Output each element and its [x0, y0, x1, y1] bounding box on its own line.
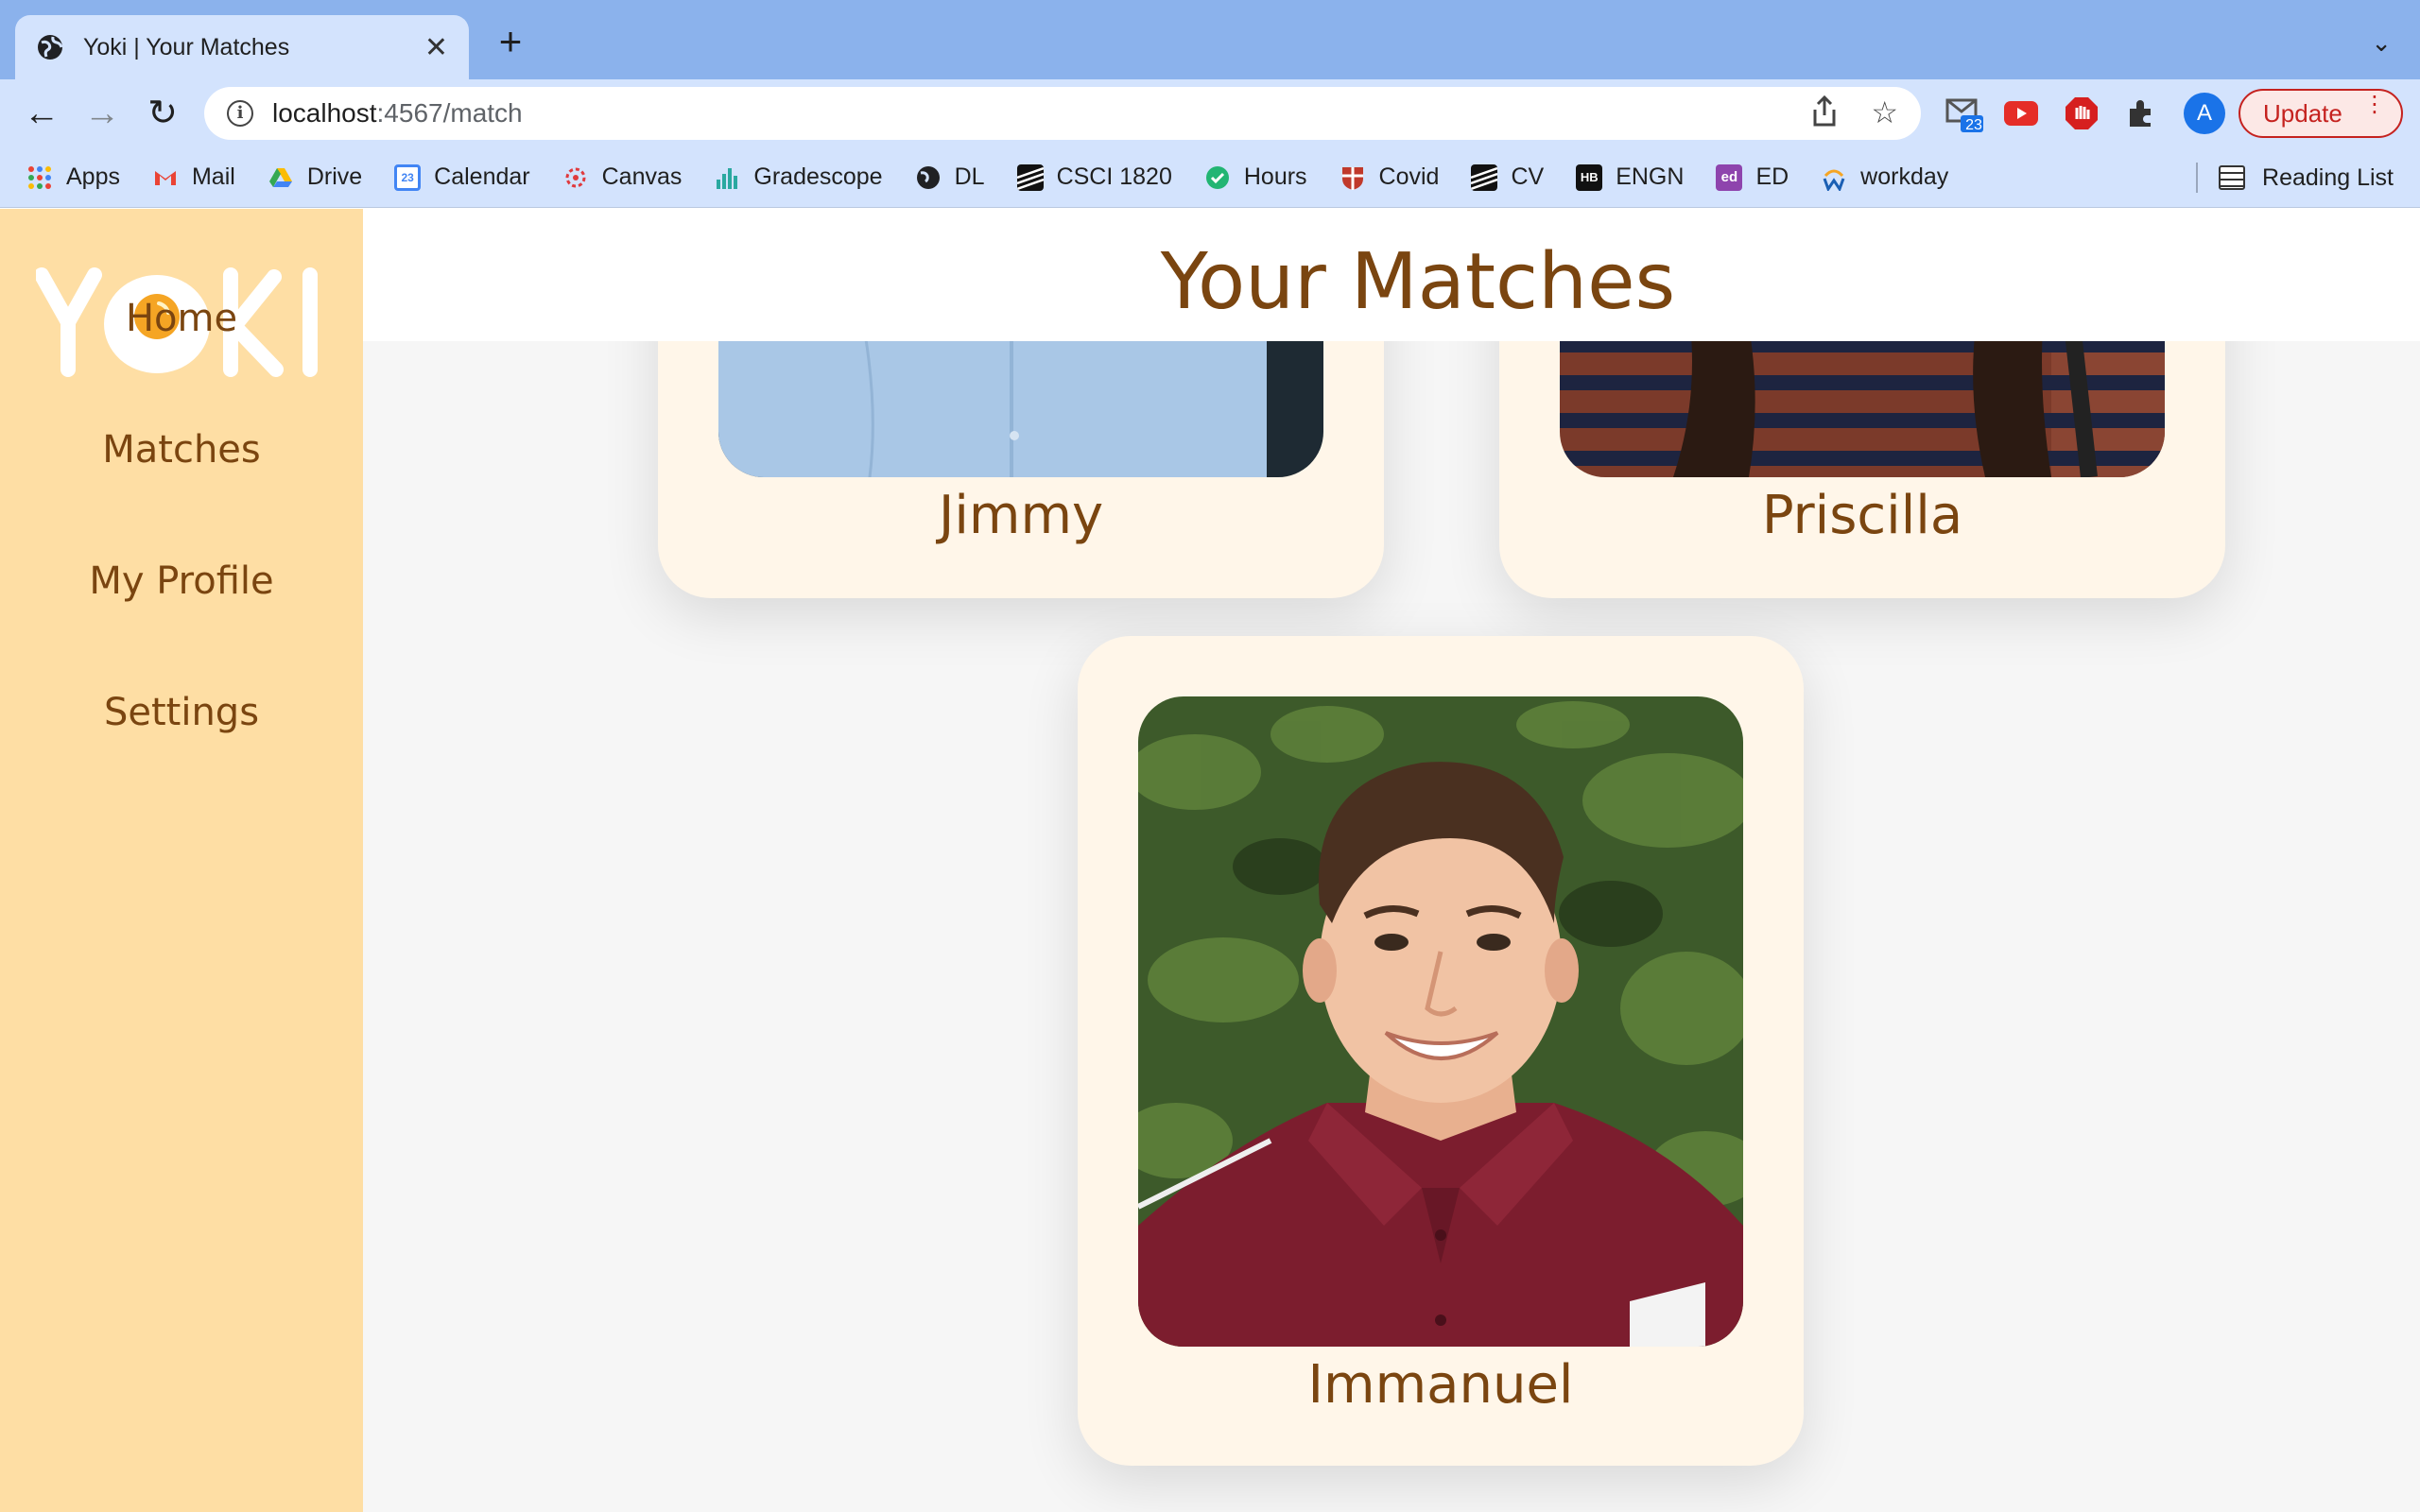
close-tab-icon[interactable]: ✕ [424, 31, 448, 64]
profile-avatar[interactable]: A [2184, 93, 2225, 134]
share-icon[interactable] [1810, 94, 1839, 129]
url-path: :4567/match [376, 98, 523, 128]
bookmark-label: CV [1511, 163, 1545, 190]
nav-matches[interactable]: Matches [0, 428, 363, 472]
update-label: Update [2263, 98, 2342, 128]
stripes-icon [1471, 163, 1498, 191]
bookmark-csci-1820[interactable]: CSCI 1820 [1016, 163, 1172, 191]
globe-icon [916, 165, 940, 189]
reload-button[interactable]: ↻ [140, 91, 185, 136]
bookmarks-bar: Apps Mail Drive 23 Calendar Canvas Grade… [0, 147, 2420, 208]
person-photo-image [1138, 696, 1743, 1347]
update-button[interactable]: Update ⋮ [2238, 89, 2403, 138]
bookmarks-divider [2196, 163, 2199, 193]
bookmark-label: ED [1755, 163, 1789, 190]
bookmark-label: Drive [306, 163, 363, 190]
stripes-icon [1016, 163, 1044, 191]
hb-icon: HB [1576, 163, 1603, 191]
canvas-icon [565, 167, 586, 187]
url-host: localhost [272, 98, 377, 128]
chevron-down-icon[interactable]: ⌄ [2371, 28, 2392, 58]
browser-tab-active[interactable]: Yoki | Your Matches ✕ [15, 15, 469, 79]
back-button[interactable]: ← [19, 91, 64, 136]
bookmark-label: Gradescope [753, 163, 883, 190]
bookmark-engn[interactable]: HB ENGN [1576, 163, 1684, 191]
bookmark-hours[interactable]: Hours [1204, 163, 1307, 191]
browser-toolbar: ← → ↻ i localhost:4567/match ☆ 23 A Upda… [0, 79, 2420, 147]
bookmark-drive[interactable]: Drive [268, 163, 362, 191]
workday-icon [1823, 169, 1845, 191]
match-card-immanuel[interactable]: Immanuel [1078, 636, 1804, 1466]
bookmark-gradescope[interactable]: Gradescope [714, 163, 883, 191]
more-menu-icon[interactable]: ⋮ [2363, 94, 2386, 116]
forward-button[interactable]: → [79, 91, 125, 136]
reading-list-icon [2219, 165, 2246, 190]
drive-icon [268, 167, 292, 187]
ed-icon: ed [1716, 163, 1743, 191]
bookmark-cv[interactable]: CV [1471, 163, 1544, 191]
check-circle-icon [1205, 165, 1229, 189]
bookmark-label: Hours [1243, 163, 1307, 190]
reading-list-button[interactable]: Reading List [2196, 163, 2394, 193]
nav-settings[interactable]: Settings [0, 691, 363, 734]
bookmark-calendar[interactable]: 23 Calendar [394, 163, 530, 191]
bookmark-label: Covid [1378, 163, 1440, 190]
tab-title: Yoki | Your Matches [83, 33, 290, 60]
bookmark-label: Apps [66, 163, 120, 190]
matches-page[interactable]: Your Matches Jimmy Priscilla Immanuel [363, 209, 2420, 1512]
puzzle-extensions-icon[interactable] [2121, 93, 2163, 134]
nav-my-profile[interactable]: My Profile [0, 559, 363, 603]
shield-crest-icon [1341, 166, 1363, 190]
gradescope-icon [717, 167, 738, 189]
match-name-immanuel: Immanuel [1307, 1354, 1574, 1416]
bookmark-label: CSCI 1820 [1056, 163, 1172, 190]
bookmark-dl[interactable]: DL [915, 163, 985, 191]
browser-tab-strip: Yoki | Your Matches ✕ + ⌄ [0, 0, 2420, 79]
bookmark-covid[interactable]: Covid [1340, 163, 1440, 191]
apps-grid-icon [28, 165, 51, 189]
bookmark-apps[interactable]: Apps [26, 163, 120, 191]
address-bar[interactable]: i localhost:4567/match ☆ [204, 87, 1921, 140]
reading-list-label: Reading List [2262, 163, 2394, 191]
bookmark-mail[interactable]: Mail [152, 163, 235, 191]
adblock-extension-icon[interactable] [2061, 93, 2102, 134]
bookmark-workday[interactable]: workday [1821, 163, 1948, 191]
bookmark-label: Canvas [601, 163, 683, 190]
match-photo-immanuel[interactable] [1138, 696, 1743, 1347]
match-name-jimmy: Jimmy [938, 485, 1104, 546]
bookmark-star-icon[interactable]: ☆ [1871, 94, 1898, 130]
gmail-icon [154, 170, 176, 185]
youtube-extension-icon[interactable] [2000, 93, 2042, 134]
bookmark-label: ENGN [1616, 163, 1685, 190]
match-name-priscilla: Priscilla [1761, 485, 1963, 546]
bookmark-ed[interactable]: ed ED [1716, 163, 1789, 191]
page-header: Your Matches [363, 209, 2420, 341]
info-icon[interactable]: i [227, 100, 253, 127]
bookmark-label: Calendar [434, 163, 530, 190]
globe-icon [38, 35, 63, 60]
bookmark-label: DL [954, 163, 985, 190]
bookmark-canvas[interactable]: Canvas [562, 163, 683, 191]
calendar-icon: 23 [394, 163, 422, 191]
mail-badge-count: 23 [1965, 117, 1982, 133]
bookmark-label: workday [1860, 163, 1949, 190]
bookmark-label: Mail [191, 163, 235, 190]
new-tab-button[interactable]: + [492, 22, 529, 62]
page-title: Your Matches [1160, 237, 1676, 327]
nav-home[interactable]: Home [0, 297, 363, 340]
sidebar: Home Matches My Profile Settings [0, 209, 363, 1512]
